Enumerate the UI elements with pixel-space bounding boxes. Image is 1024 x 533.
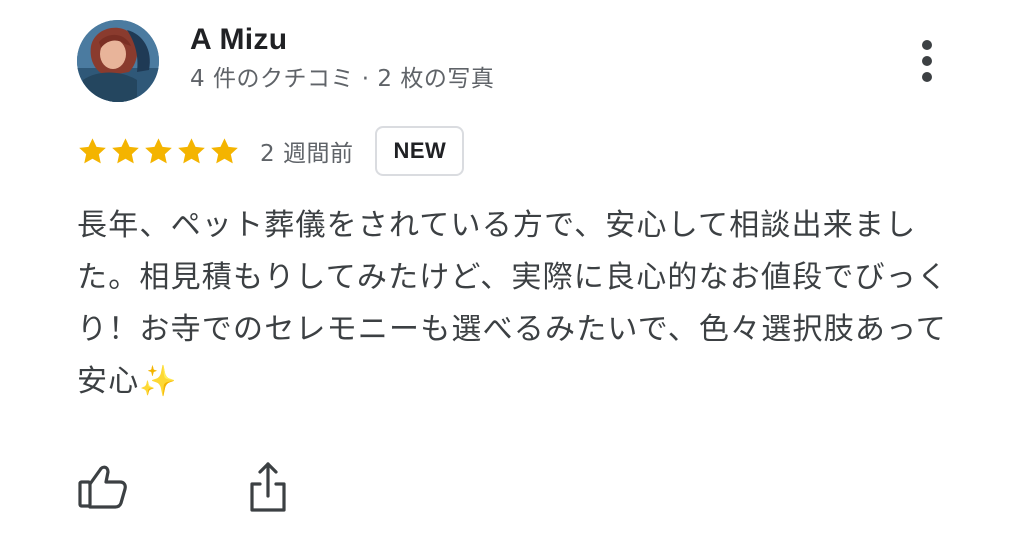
avatar[interactable] xyxy=(77,20,159,102)
star-rating xyxy=(77,136,240,167)
star-filled-icon xyxy=(178,137,205,163)
like-button[interactable] xyxy=(76,458,130,516)
avatar-image xyxy=(77,20,159,102)
more-options-button[interactable] xyxy=(906,36,948,86)
author-name[interactable]: A Mizu xyxy=(190,22,287,58)
new-badge: NEW xyxy=(375,126,465,176)
share-button[interactable] xyxy=(242,458,296,516)
author-review-count: 4 件のクチコミ · 2 枚の写真 xyxy=(190,66,495,92)
thumb-up-icon xyxy=(78,465,127,509)
star-filled-icon xyxy=(79,137,106,163)
star-filled-icon xyxy=(112,137,139,163)
star-filled-icon xyxy=(211,137,238,163)
rating-row: 2 週間前 NEW xyxy=(77,124,465,178)
review-card: A Mizu 4 件のクチコミ · 2 枚の写真 2 週間前 NEW 長年、ペッ… xyxy=(0,0,1024,533)
review-text: 長年、ペット葬儀をされている方で、安心して相談出来ました。相見積もりしてみたけど… xyxy=(77,208,949,399)
star-filled-icon xyxy=(145,137,172,163)
share-icon xyxy=(250,462,286,512)
review-time: 2 週間前 xyxy=(260,141,354,167)
